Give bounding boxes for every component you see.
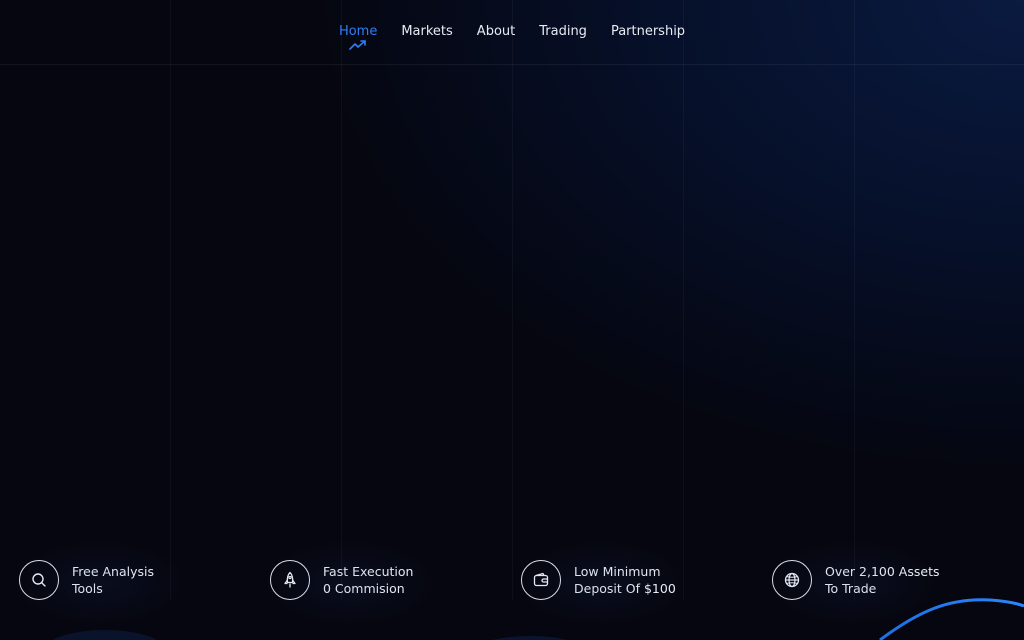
grid-line [170, 0, 171, 600]
landing-page: Home Markets About Trading Partnership F… [0, 0, 1024, 640]
header-divider [0, 64, 1024, 65]
nav-label: Trading [539, 24, 587, 39]
feature-text: Over 2,100 Assets To Trade [825, 563, 939, 597]
grid-line [341, 0, 342, 600]
nav-item-about[interactable]: About [477, 22, 515, 42]
feature-title: Fast Execution [323, 564, 414, 579]
feature-subtitle: Tools [72, 581, 103, 596]
feature-text: Fast Execution 0 Commision [323, 563, 413, 597]
feature-fast-execution: Fast Execution 0 Commision [260, 538, 490, 628]
feature-analysis-tools: Free Analysis Tools [9, 538, 239, 628]
feature-text: Free Analysis Tools [72, 563, 154, 597]
background-grid [0, 0, 1024, 640]
nav-item-trading[interactable]: Trading [539, 22, 587, 42]
feature-subtitle: To Trade [825, 581, 877, 596]
globe-icon [772, 560, 812, 600]
grid-line [512, 0, 513, 600]
feature-subtitle: 0 Commision [323, 581, 405, 596]
feature-title: Free Analysis [72, 564, 155, 579]
feature-text: Low Minimum Deposit Of $100 [574, 563, 676, 597]
trend-up-icon [349, 40, 366, 50]
decorative-wave [53, 598, 1024, 640]
nav-label: Home [338, 24, 378, 39]
feature-subtitle: Deposit Of $100 [574, 581, 676, 596]
nav-label: Markets [401, 24, 453, 39]
grid-line [683, 0, 684, 600]
nav-item-partnership[interactable]: Partnership [611, 22, 685, 42]
main-nav: Home Markets About Trading Partnership [0, 0, 1024, 64]
nav-label: About [476, 24, 516, 39]
feature-assets: Over 2,100 Assets To Trade [762, 538, 992, 628]
rocket-icon [270, 560, 310, 600]
feature-strip: Free Analysis Tools Fast Execution 0 Com… [0, 538, 1024, 628]
feature-title: Low Minimum [574, 564, 661, 579]
feature-title: Over 2,100 Assets [825, 564, 940, 579]
nav-item-markets[interactable]: Markets [401, 22, 452, 42]
nav-label: Partnership [610, 24, 686, 39]
wallet-icon [521, 560, 561, 600]
search-icon [19, 560, 59, 600]
nav-item-home[interactable]: Home [338, 22, 378, 50]
grid-line [854, 0, 855, 600]
feature-low-deposit: Low Minimum Deposit Of $100 [511, 538, 741, 628]
